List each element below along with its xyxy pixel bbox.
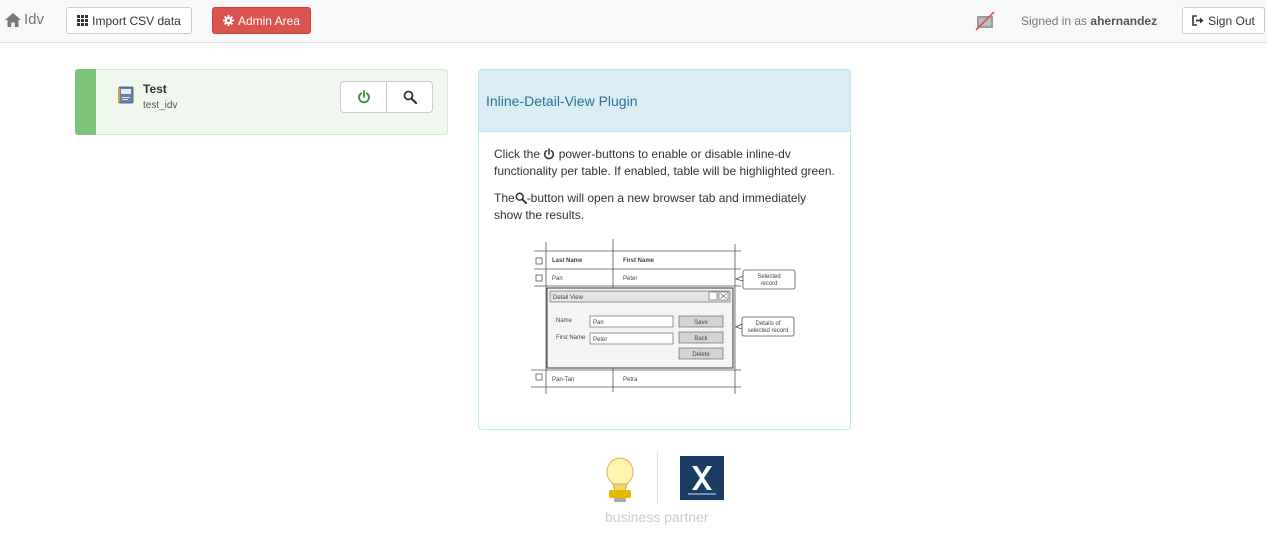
signed-in-text: Signed in as ahernandez <box>1021 14 1157 28</box>
import-csv-button[interactable]: Import CSV data <box>66 7 192 34</box>
detail-view-mockup: Last Name First Name Pan Peter Pan-Tan P… <box>531 239 796 394</box>
lightbulb-logo <box>606 457 634 502</box>
home-link[interactable]: Idv <box>5 11 44 28</box>
home-icon <box>5 12 21 27</box>
mock-callout-selected-2: record <box>760 281 777 287</box>
mock-first-value: Peter <box>593 337 607 343</box>
table-subtitle: test_idv <box>143 100 178 111</box>
mock-callout-selected-1: Selected <box>757 274 780 280</box>
mock-callout-details-2: selected record <box>747 328 788 334</box>
power-icon <box>357 90 370 104</box>
sign-out-button[interactable]: Sign Out <box>1182 7 1265 34</box>
panel-title: Inline-Detail-View Plugin <box>486 92 638 109</box>
power-button[interactable] <box>341 82 386 112</box>
search-icon <box>515 192 527 204</box>
sign-out-icon <box>1192 15 1204 26</box>
instructions-power: Click the power-buttons to enable or dis… <box>494 146 835 180</box>
mock-first-label: First Name <box>556 335 586 341</box>
enabled-indicator <box>75 69 96 135</box>
search-button[interactable] <box>386 82 432 112</box>
mock-row1-last: Pan <box>552 276 563 282</box>
cog-icon <box>222 15 234 26</box>
mock-row3-last: Pan-Tan <box>552 377 574 383</box>
admin-area-button[interactable]: Admin Area <box>212 7 311 34</box>
admin-area-label: Admin Area <box>237 13 301 28</box>
search-icon <box>403 90 417 104</box>
mock-name-value: Pan <box>593 320 604 326</box>
instructions-search: The -button will open a new browser tab … <box>494 190 835 224</box>
import-csv-label: Import CSV data <box>92 13 181 28</box>
grid-icon <box>77 15 89 26</box>
mock-name-label: Name <box>556 318 573 324</box>
info-panel: Inline-Detail-View Plugin Click the powe… <box>478 69 851 430</box>
mock-col-first: First Name <box>623 258 655 264</box>
sign-out-label: Sign Out <box>1208 13 1255 28</box>
panel-body: Click the power-buttons to enable or dis… <box>479 132 850 224</box>
mock-row1-first: Peter <box>623 276 637 282</box>
mock-callout-details-1: Details of <box>755 321 780 327</box>
power-icon <box>544 148 555 160</box>
mock-row3-first: Petra <box>623 377 638 383</box>
username: ahernandez <box>1090 14 1158 28</box>
table-book-icon <box>116 85 136 108</box>
tile-action-group <box>340 81 433 113</box>
para2-before: The <box>494 191 515 205</box>
mock-dialog-title: Detail View <box>553 295 584 301</box>
sync-disabled-icon[interactable] <box>975 11 995 34</box>
mock-delete-button: Delete <box>692 352 710 358</box>
table-title: Test <box>143 82 167 96</box>
mock-save-button: Save <box>694 320 708 326</box>
para2-after: -button will open a new browser tab and … <box>494 191 807 222</box>
footer-tagline: business partner <box>605 509 709 525</box>
para1-before: Click the <box>494 147 541 161</box>
partner-logo <box>680 456 724 500</box>
top-navbar: Idv Import CSV data Admin Area Signed in… <box>0 0 1267 43</box>
logo-divider <box>657 452 658 504</box>
mock-back-button: Back <box>694 336 708 342</box>
footer-partner: business partner <box>600 452 730 532</box>
brand-label: Idv <box>24 11 45 28</box>
mock-col-last: Last Name <box>552 258 583 264</box>
signed-in-prefix: Signed in as <box>1021 14 1088 28</box>
table-tile: Test test_idv <box>75 69 448 135</box>
panel-heading: Inline-Detail-View Plugin <box>479 70 850 132</box>
